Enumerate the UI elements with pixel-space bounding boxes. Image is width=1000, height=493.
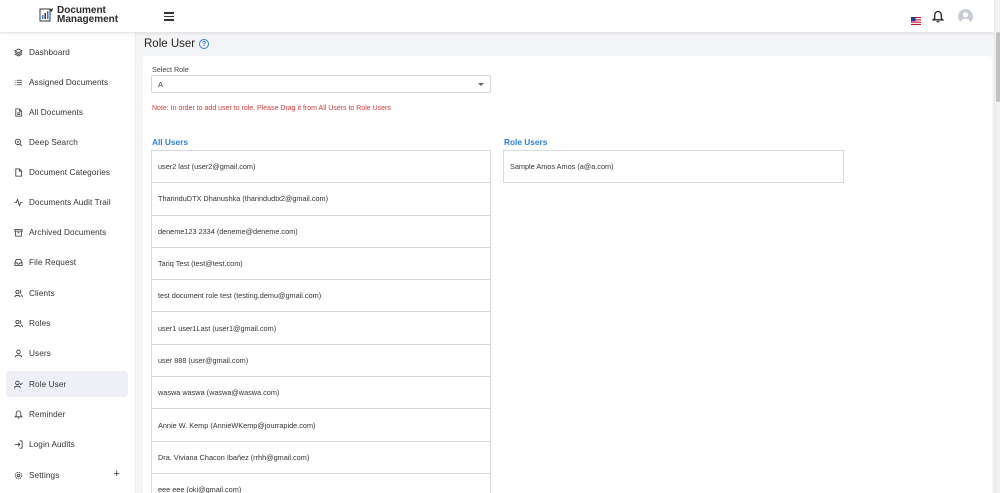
menu-icon[interactable] bbox=[164, 12, 174, 21]
logo-text: Document Management bbox=[57, 6, 119, 25]
scrollbar-thumb[interactable] bbox=[996, 32, 1000, 102]
expand-plus-icon[interactable]: + bbox=[113, 468, 120, 480]
list-icon bbox=[14, 79, 23, 85]
user-check-icon bbox=[14, 380, 23, 388]
sidebar-item-dashboard[interactable]: Dashboard bbox=[6, 39, 128, 65]
file-icon bbox=[15, 167, 23, 177]
activity-icon bbox=[14, 197, 23, 207]
list-item[interactable]: user2 last (user2@gmail.com) bbox=[152, 151, 490, 184]
sidebar-item-label: Document Categories bbox=[29, 167, 111, 177]
all-users-list: user2 last (user2@gmail.com) TharinduDTX… bbox=[151, 150, 491, 493]
sidebar-item-deep-search[interactable]: Deep Search bbox=[6, 129, 128, 155]
list-item[interactable]: Dra. Viviana Chacon Ibañez (rrhh@gmail.c… bbox=[152, 442, 490, 474]
sidebar-item-label: Documents Audit Trail bbox=[29, 197, 111, 207]
list-item[interactable]: user1 user1Last (user1@gmail.com) bbox=[152, 312, 490, 345]
bell-icon bbox=[14, 409, 23, 419]
sidebar-item-archived-documents[interactable]: Archived Documents bbox=[6, 219, 128, 245]
list-item[interactable]: Tariq Test (test@test.com) bbox=[152, 248, 490, 281]
page-scrollbar[interactable] bbox=[994, 0, 1000, 493]
list-item[interactable]: user 888 (user@gmail.com) bbox=[152, 345, 490, 378]
sidebar-item-label: Archived Documents bbox=[29, 227, 107, 237]
sidebar-item-label: Roles bbox=[29, 318, 51, 328]
sidebar-item-label: Settings bbox=[29, 470, 60, 480]
logo-icon bbox=[38, 7, 54, 23]
list-item[interactable]: Sample Amos Amos (a@a.com) bbox=[504, 151, 843, 182]
help-icon[interactable]: ? bbox=[199, 39, 210, 49]
sidebar-item-document-categories[interactable]: Document Categories bbox=[6, 159, 128, 185]
list-item[interactable]: Annie W. Kemp (AnnieWKemp@jourrapide.com… bbox=[152, 409, 490, 442]
file-icon bbox=[15, 107, 23, 117]
sidebar-item-settings[interactable]: Settings + bbox=[6, 462, 128, 488]
sidebar-item-assigned-documents[interactable]: Assigned Documents bbox=[6, 69, 128, 95]
list-item[interactable]: waswa waswa (waswa@waswa.com) bbox=[152, 377, 490, 410]
gear-icon bbox=[14, 471, 23, 479]
all-users-title: All Users bbox=[152, 137, 188, 147]
user-icon bbox=[14, 349, 23, 357]
archive-icon bbox=[14, 228, 23, 237]
user-avatar-icon[interactable] bbox=[958, 9, 973, 24]
bell-icon[interactable] bbox=[931, 10, 945, 23]
select-role-label: Select Role bbox=[152, 65, 189, 74]
list-item[interactable]: deneme123 2334 (deneme@deneme.com) bbox=[152, 216, 490, 248]
sidebar-item-users[interactable]: Users bbox=[6, 340, 128, 366]
sidebar-item-login-audits[interactable]: Login Audits bbox=[6, 431, 128, 457]
app-logo[interactable]: Document Management bbox=[38, 6, 119, 25]
select-role-value: A bbox=[158, 79, 164, 89]
logo-line-2: Management bbox=[57, 14, 119, 25]
sidebar-item-label: Login Audits bbox=[29, 439, 75, 449]
drag-note: Note: In order to add user to role. Plea… bbox=[152, 105, 391, 112]
sidebar-item-file-request[interactable]: File Request bbox=[6, 249, 128, 275]
sidebar-item-roles[interactable]: Roles bbox=[6, 310, 128, 336]
sidebar-item-label: Reminder bbox=[29, 409, 66, 419]
sidebar-item-label: Dashboard bbox=[29, 47, 70, 57]
role-users-title: Role Users bbox=[504, 137, 548, 147]
dashboard-icon bbox=[14, 47, 23, 57]
search-icon bbox=[14, 138, 23, 146]
login-icon bbox=[14, 439, 23, 449]
sidebar: Dashboard Assigned Documents All Documen… bbox=[0, 33, 136, 493]
top-header: Document Management bbox=[0, 0, 1000, 33]
sidebar-item-label: Deep Search bbox=[29, 137, 78, 147]
sidebar-item-all-documents[interactable]: All Documents bbox=[6, 99, 128, 125]
list-item[interactable]: TharinduDTX Dhanushka (tharindudtx2@gmai… bbox=[152, 183, 490, 216]
users-icon bbox=[14, 319, 23, 327]
sidebar-item-clients[interactable]: Clients bbox=[6, 280, 128, 306]
sidebar-item-label: Clients bbox=[29, 288, 55, 298]
chevron-down-icon bbox=[478, 83, 484, 86]
page-title: Role User ? bbox=[144, 38, 210, 50]
sidebar-item-documents-audit-trail[interactable]: Documents Audit Trail bbox=[6, 189, 128, 215]
list-item[interactable]: eee eee (oki@gmail.com) bbox=[152, 474, 490, 493]
select-role-dropdown[interactable]: A bbox=[151, 75, 491, 93]
sidebar-item-label: All Documents bbox=[29, 107, 84, 117]
users-icon bbox=[14, 289, 23, 297]
sidebar-item-reminder[interactable]: Reminder bbox=[6, 401, 128, 427]
sidebar-item-label: File Request bbox=[29, 257, 77, 267]
role-users-list: Sample Amos Amos (a@a.com) bbox=[503, 150, 844, 183]
sidebar-item-label: Assigned Documents bbox=[29, 77, 109, 87]
sidebar-item-label: Users bbox=[29, 348, 51, 358]
us-flag-icon[interactable] bbox=[911, 12, 921, 25]
page-title-text: Role User bbox=[144, 38, 196, 50]
sidebar-item-role-user[interactable]: Role User bbox=[6, 371, 128, 397]
sidebar-item-label: Role User bbox=[29, 379, 67, 389]
list-item[interactable]: test document role test (testing.demu@gm… bbox=[152, 280, 490, 313]
inbox-icon bbox=[14, 258, 23, 266]
